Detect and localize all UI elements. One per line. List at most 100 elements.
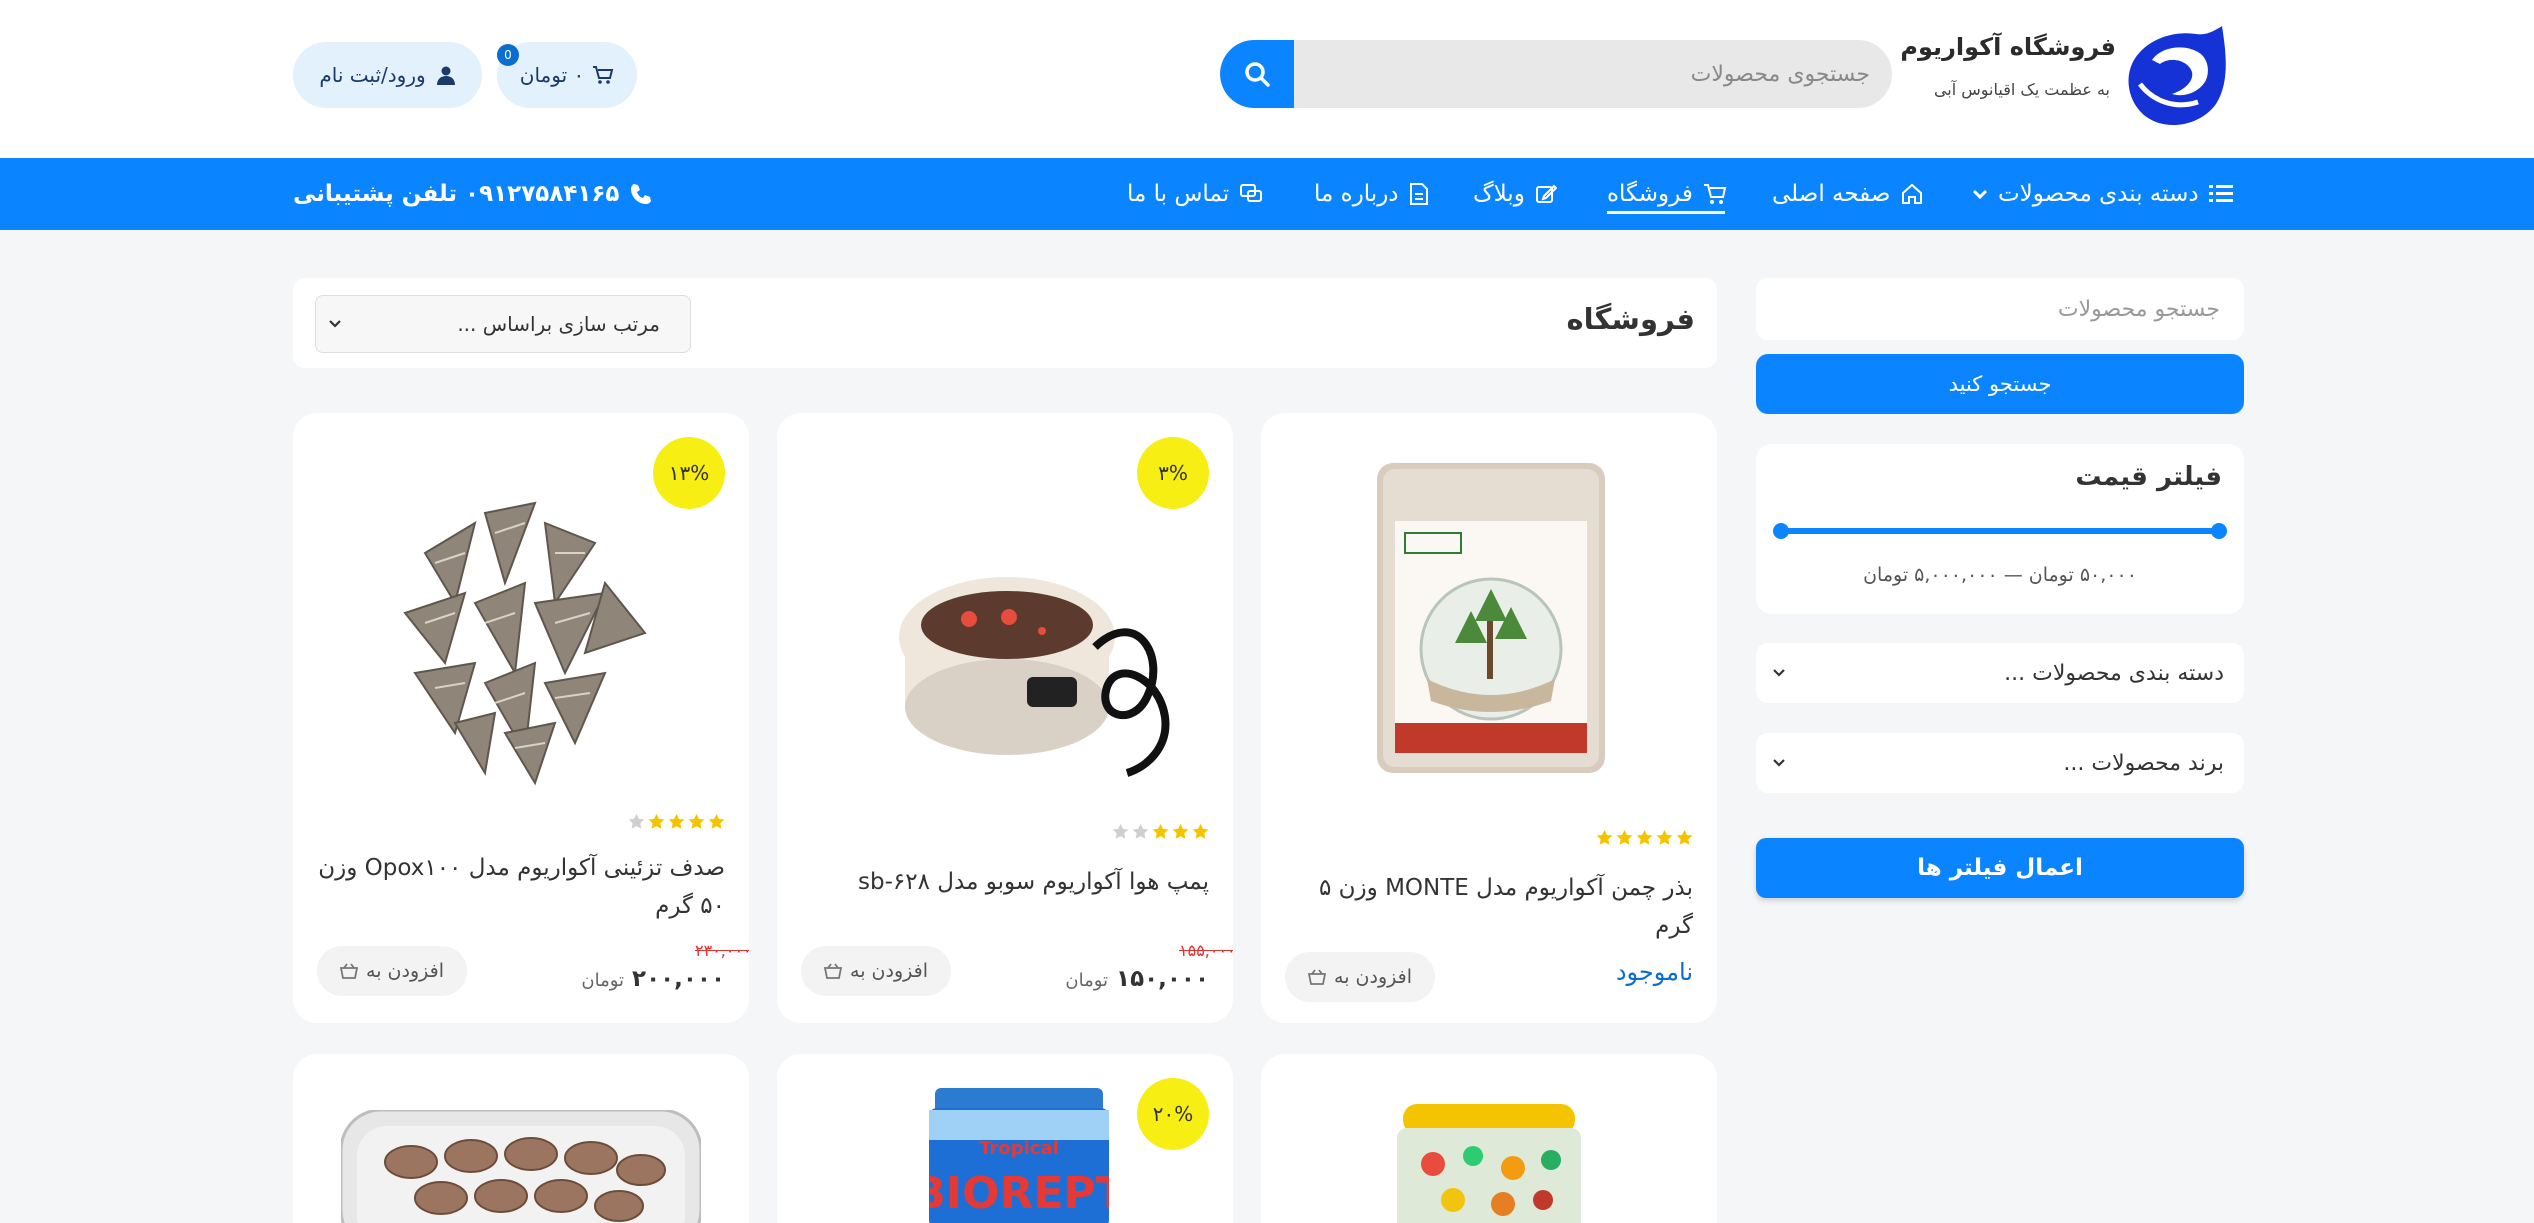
price: ۱۵۰,۰۰۰ تومان — [1065, 966, 1209, 992]
discount-badge: ۲۰% — [1137, 1078, 1209, 1150]
price: ۲۰۰,۰۰۰ تومان — [581, 966, 725, 992]
sort-select[interactable]: مرتب سازی براساس ... — [315, 295, 691, 353]
discount-badge: ۳% — [1137, 437, 1209, 509]
nav-blog[interactable]: وبلاگ — [1473, 158, 1557, 230]
nav-blog-label: وبلاگ — [1473, 181, 1525, 207]
nav-active-indicator — [1607, 211, 1725, 214]
login-label: ورود/ثبت نام — [319, 63, 426, 87]
nav-categories-label: دسته بندی محصولات — [1998, 181, 2199, 207]
add-label: افزودن به — [1334, 966, 1412, 988]
product-name[interactable]: صدف تزئینی آکواریوم مدل Opox۱۰۰ وزن ۵۰ گ… — [315, 849, 725, 925]
search-icon — [1245, 62, 1270, 87]
price-value: ۲۰۰,۰۰۰ — [632, 966, 725, 992]
search-button[interactable] — [1220, 40, 1294, 108]
price-range-text: ۵۰,۰۰۰ تومان — ۵,۰۰۰,۰۰۰ تومان — [1863, 564, 2137, 586]
nav-about[interactable]: درباره ما — [1314, 158, 1429, 230]
star-icon — [1616, 829, 1633, 845]
shop-header: فروشگاه مرتب سازی براساس ... — [293, 278, 1717, 368]
add-to-cart-button[interactable]: افزودن به — [317, 946, 467, 996]
document-icon — [1409, 182, 1429, 206]
add-to-cart-button[interactable]: افزودن به — [1285, 952, 1435, 1002]
basket-icon — [1308, 969, 1327, 985]
chevron-down-icon — [328, 319, 342, 329]
cart-icon — [1703, 183, 1727, 205]
brand-select-label: برند محصولات ... — [2063, 750, 2224, 776]
star-icon — [708, 813, 725, 829]
star-icon — [1132, 823, 1149, 839]
product-card[interactable] — [1261, 1054, 1717, 1223]
add-label: افزودن به — [366, 960, 444, 982]
search-input[interactable] — [1294, 40, 1892, 108]
price-slider-max-handle[interactable] — [2211, 523, 2227, 539]
nav-contact[interactable]: تماس با ما — [1127, 158, 1263, 230]
sidebar-search-input[interactable] — [1756, 278, 2244, 340]
product-image[interactable] — [897, 547, 1187, 777]
product-card[interactable]: ۲۰% Tropical BIOREPT — [777, 1054, 1233, 1223]
chat-icon — [1239, 183, 1263, 205]
star-icon — [1192, 823, 1209, 839]
add-label: افزودن به — [850, 960, 928, 982]
sidebar-search — [1756, 278, 2244, 340]
price-unit: تومان — [581, 970, 625, 991]
basket-icon — [824, 963, 843, 979]
rating-stars — [628, 813, 725, 830]
star-icon — [1172, 823, 1189, 839]
star-icon — [1152, 823, 1169, 839]
chevron-down-icon — [1772, 668, 1786, 678]
old-price: ۱۵۵,۰۰۰ — [1179, 941, 1233, 960]
product-image[interactable] — [365, 463, 675, 793]
product-name[interactable]: بذر چمن آکواریوم مدل MONTE وزن ۵ گرم — [1283, 869, 1693, 945]
old-price: ۲۳۰,۰۰۰ — [695, 941, 749, 960]
product-name[interactable]: پمپ هوا آکواریوم سوبو مدل sb-۶۲۸ — [799, 863, 1209, 901]
price-filter-title: فیلتر قیمت — [2075, 462, 2222, 492]
star-icon — [628, 813, 645, 829]
logo-title: فروشگاه آکواریوم — [1900, 33, 2116, 61]
chevron-down-icon — [1772, 758, 1786, 768]
product-image[interactable] — [341, 1110, 701, 1223]
rating-stars — [1596, 829, 1693, 846]
edit-icon — [1535, 183, 1557, 205]
star-icon — [1636, 829, 1653, 845]
nav-about-label: درباره ما — [1314, 181, 1399, 207]
logo-subtitle: به عظمت یک اقیانوس آبی — [1933, 80, 2110, 99]
product-card[interactable]: ۳% پمپ هوا آکواریوم سوبو مدل sb-۶۲۸ ۱۵۵,… — [777, 413, 1233, 1023]
price-unit: تومان — [1065, 970, 1109, 991]
product-image-product-text: BIOREPT — [929, 1168, 1109, 1219]
price-filter-card: فیلتر قیمت ۵۰,۰۰۰ تومان — ۵,۰۰۰,۰۰۰ توما… — [1756, 444, 2244, 614]
apply-filters-button[interactable]: اعمال فیلتر ها — [1756, 838, 2244, 898]
basket-icon — [340, 963, 359, 979]
product-card[interactable] — [293, 1054, 749, 1223]
home-icon — [1900, 182, 1924, 206]
header-search — [1220, 40, 1892, 108]
phone-icon — [629, 182, 653, 206]
category-select-label: دسته بندی محصولات ... — [2004, 660, 2224, 686]
support-phone[interactable]: ۰۹۱۲۷۵۸۴۱۶۵ تلفن پشتیبانی — [293, 158, 653, 230]
sidebar-search-button[interactable]: جستجو کنید — [1756, 354, 2244, 414]
product-image[interactable]: Tropical BIOREPT — [929, 1088, 1109, 1223]
product-card[interactable]: بذر چمن آکواریوم مدل MONTE وزن ۵ گرم نام… — [1261, 413, 1717, 1023]
product-image[interactable] — [1393, 1104, 1585, 1223]
star-icon — [648, 813, 665, 829]
out-of-stock-label: ناموجود — [1615, 958, 1693, 986]
price-value: ۱۵۰,۰۰۰ — [1116, 966, 1209, 992]
nav-home[interactable]: صفحه اصلی — [1772, 158, 1924, 230]
nav-shop-label: فروشگاه — [1607, 181, 1693, 207]
product-card[interactable]: ۱۳% صدف تزئینی آکواریوم مدل Opox۱۰۰ وزن … — [293, 413, 749, 1023]
star-icon — [668, 813, 685, 829]
nav-shop[interactable]: فروشگاه — [1607, 158, 1727, 230]
product-image-brand-text: Tropical — [979, 1138, 1059, 1159]
nav-home-label: صفحه اصلی — [1772, 181, 1891, 207]
add-to-cart-button[interactable]: افزودن به — [801, 946, 951, 996]
product-image[interactable] — [1375, 461, 1607, 775]
fish-logo-icon[interactable] — [2122, 22, 2234, 130]
star-icon — [1676, 829, 1693, 845]
nav-categories[interactable]: دسته بندی محصولات — [1972, 158, 2233, 230]
support-phone-label: ۰۹۱۲۷۵۸۴۱۶۵ تلفن پشتیبانی — [293, 181, 620, 207]
star-icon — [688, 813, 705, 829]
price-slider-track[interactable] — [1778, 528, 2222, 534]
category-select[interactable]: دسته بندی محصولات ... — [1756, 643, 2244, 703]
brand-select[interactable]: برند محصولات ... — [1756, 733, 2244, 793]
login-button[interactable]: ورود/ثبت نام — [293, 42, 482, 108]
star-icon — [1112, 823, 1129, 839]
price-slider-min-handle[interactable] — [1773, 523, 1789, 539]
